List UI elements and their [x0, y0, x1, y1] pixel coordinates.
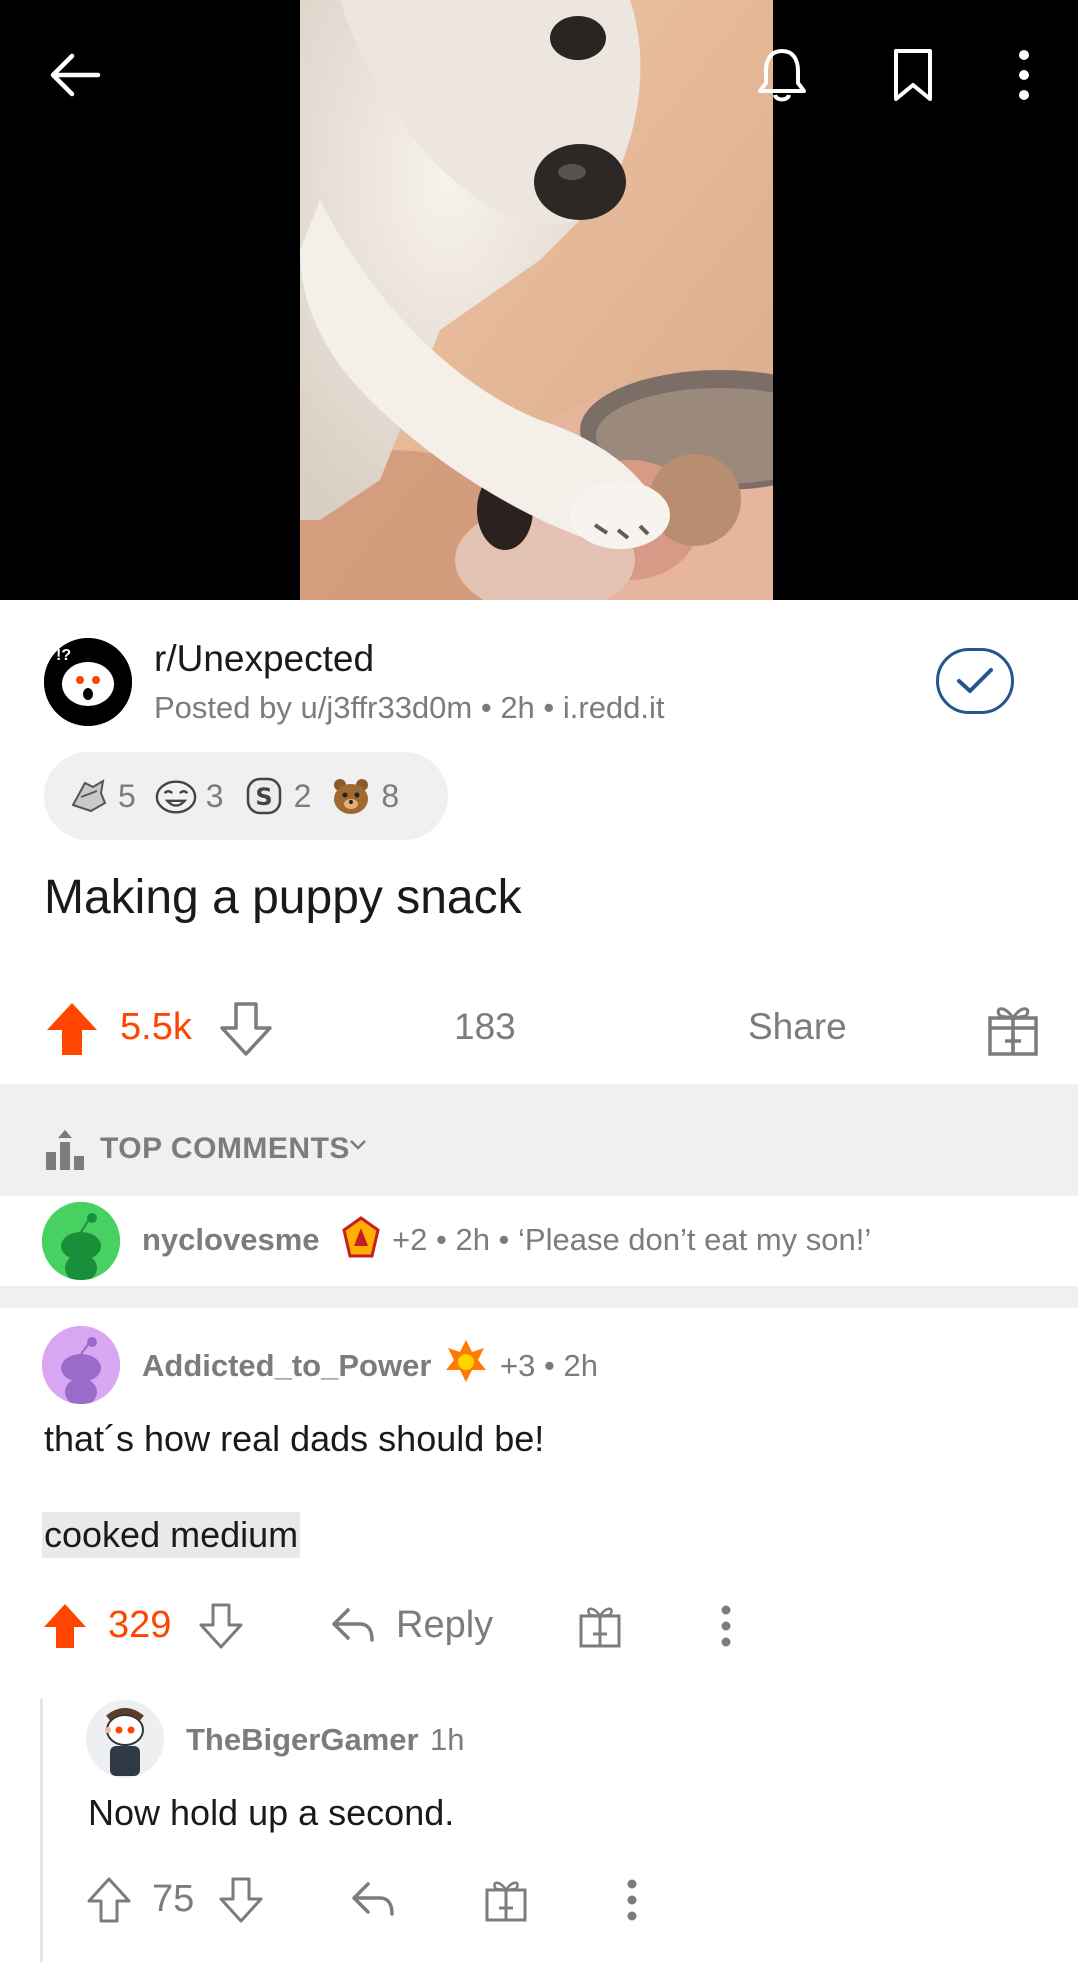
award-button[interactable]	[578, 1602, 622, 1655]
more-vertical-icon	[721, 1605, 731, 1647]
award-item: 8	[329, 774, 399, 818]
money-bag-award-icon: S	[242, 774, 286, 818]
award-item: 3	[154, 774, 224, 818]
comment-score: 75	[152, 1878, 195, 1920]
comment-username[interactable]: TheBigerGamer	[186, 1722, 419, 1758]
comment-action-bar: 329 Reply	[0, 1596, 1078, 1656]
reply-button[interactable]	[350, 1880, 396, 1925]
award-count: 3	[205, 777, 224, 814]
arrow-left-icon	[50, 53, 101, 97]
bear-award-icon	[329, 774, 373, 818]
awards-pill[interactable]: 5 3 S 2 8	[44, 752, 448, 840]
award-item: 5	[66, 774, 136, 818]
reply-icon	[352, 1882, 394, 1916]
comment-body-highlight: cooked medium	[42, 1512, 301, 1558]
wholesome-seal-award-icon	[66, 774, 110, 818]
snoo-avatar-icon	[86, 1700, 164, 1778]
comment-body: Now hold up a second.	[88, 1792, 455, 1833]
comment-score: 329	[108, 1604, 172, 1646]
comment-body: that´s how real dads should be!	[44, 1418, 545, 1459]
comment-preview: • 2h • ‘Please don’t eat my son!’	[435, 1222, 872, 1257]
award-count: 5	[118, 777, 136, 814]
dog-image	[300, 0, 773, 600]
post-meta[interactable]: Posted by u/j3ffr33d0m • 2h • i.redd.it	[154, 690, 665, 726]
svg-text:S: S	[255, 783, 272, 811]
laughing-face-award-icon	[154, 774, 198, 818]
comment-time: • 2h	[543, 1348, 598, 1383]
award-count: 8	[381, 777, 400, 814]
collapsed-comment[interactable]: nyclovesme +2 • 2h • ‘Please don’t eat m…	[0, 1196, 1078, 1286]
avatar[interactable]	[86, 1700, 164, 1778]
post-score: 5.5k	[120, 1006, 192, 1048]
post-title: Making a puppy snack	[44, 871, 522, 924]
sort-podium-icon	[44, 1128, 88, 1177]
avatar[interactable]	[42, 1202, 120, 1280]
post-media[interactable]	[0, 0, 1078, 600]
avatar[interactable]	[42, 1326, 120, 1404]
comment-action-bar: 75	[0, 1870, 1078, 1930]
back-button[interactable]	[30, 30, 120, 120]
comment-time: 1h	[430, 1722, 465, 1757]
downvote-button[interactable]	[218, 1876, 264, 1929]
gift-icon	[988, 1007, 1038, 1056]
more-options-button[interactable]	[979, 30, 1069, 120]
more-vertical-icon	[1019, 50, 1029, 100]
subreddit-name[interactable]: r/Unexpected	[154, 638, 374, 680]
share-button[interactable]: Share	[748, 1006, 847, 1048]
upvote-button[interactable]	[42, 1602, 88, 1655]
flair-award-icon	[444, 1338, 488, 1389]
reply-button[interactable]: Reply	[396, 1604, 493, 1647]
snoo-avatar-icon	[42, 1202, 120, 1280]
award-button[interactable]	[986, 1000, 1042, 1060]
downvote-arrow-icon	[219, 1877, 263, 1923]
comments-count[interactable]: 183	[454, 1006, 516, 1048]
upvote-button[interactable]	[86, 1876, 132, 1929]
upvote-button[interactable]	[44, 1000, 100, 1060]
gift-icon	[485, 1881, 527, 1922]
comment-more-button[interactable]	[626, 1878, 638, 1927]
save-button[interactable]	[868, 30, 958, 120]
comment-username[interactable]: nyclovesme	[142, 1222, 320, 1258]
comment-meta: +3 • 2h	[500, 1348, 598, 1384]
svg-text:!?: !?	[56, 647, 71, 664]
bell-icon	[758, 49, 806, 102]
flair-award-icon	[340, 1216, 382, 1265]
reply-icon[interactable]	[330, 1606, 376, 1651]
upvote-arrow-icon	[47, 1003, 97, 1055]
downvote-button[interactable]	[218, 1000, 274, 1060]
flair-count: +2	[392, 1222, 428, 1257]
comment-sort-bar[interactable]: TOP COMMENTS	[0, 1084, 1078, 1196]
comment-username[interactable]: Addicted_to_Power	[142, 1348, 431, 1384]
snoo-avatar-icon	[42, 1326, 120, 1404]
checkmark-icon	[957, 668, 993, 693]
upvote-arrow-icon	[44, 1604, 86, 1648]
divider	[0, 1286, 1078, 1308]
downvote-arrow-icon	[199, 1603, 243, 1649]
upvote-arrow-icon	[87, 1877, 131, 1923]
unexpected-snoo-icon: !?	[44, 638, 132, 726]
award-item: S 2	[242, 774, 312, 818]
downvote-arrow-icon	[220, 1002, 272, 1056]
award-count: 2	[293, 777, 312, 814]
comment-more-button[interactable]	[720, 1604, 732, 1653]
sort-label: TOP COMMENTS	[100, 1132, 350, 1165]
comment-meta: +2 • 2h • ‘Please don’t eat my son!’	[392, 1222, 871, 1258]
more-vertical-icon	[627, 1879, 637, 1921]
bookmark-icon	[894, 49, 932, 101]
subreddit-avatar[interactable]: !?	[44, 638, 132, 726]
notifications-button[interactable]	[737, 30, 827, 120]
flair-count: +3	[500, 1348, 536, 1383]
joined-button[interactable]	[936, 648, 1014, 714]
post-action-bar: 5.5k 183 Share	[0, 980, 1078, 1080]
post-image[interactable]	[300, 0, 773, 600]
award-button[interactable]	[484, 1876, 528, 1929]
gift-icon	[579, 1607, 621, 1648]
chevron-down-icon	[348, 1138, 368, 1157]
downvote-button[interactable]	[198, 1602, 244, 1655]
